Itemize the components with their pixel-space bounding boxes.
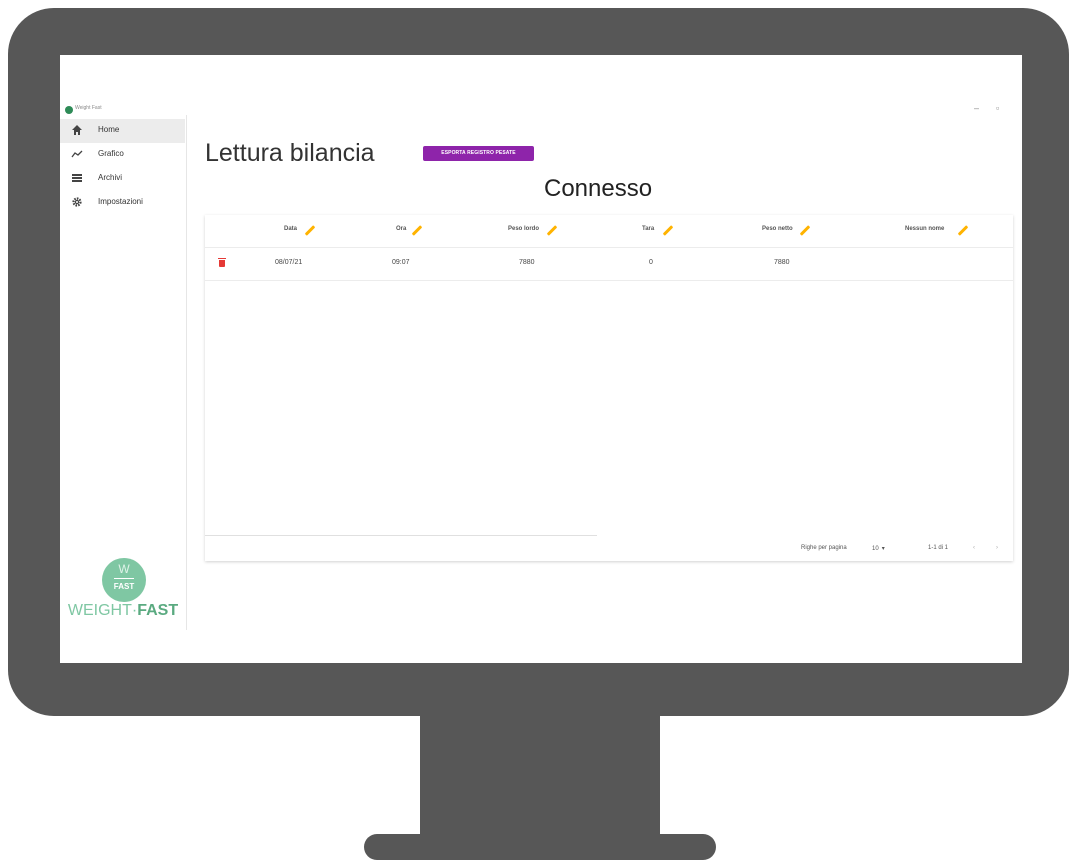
sidebar: Home Grafico Archivi Impostazioni <box>60 115 187 630</box>
app-window: Weight Fast – ▫ Home Grafico Archivi Imp… <box>60 55 1022 663</box>
page-title: Lettura bilancia <box>205 139 375 167</box>
rows-per-page-select[interactable]: 10 ▾ <box>872 545 885 552</box>
app-logo-icon <box>65 106 73 114</box>
list-icon <box>70 172 84 186</box>
table-row: 08/07/21 09:07 7880 0 7880 <box>205 248 1013 281</box>
sidebar-item-impostazioni[interactable]: Impostazioni <box>60 191 185 215</box>
cell-tara: 0 <box>649 259 653 266</box>
export-log-button[interactable]: ESPORTA REGISTRO PESATE <box>423 146 534 161</box>
previous-page-icon[interactable]: ‹ <box>973 545 975 551</box>
rows-per-page-label: Righe per pagina <box>801 545 847 551</box>
cell-ora: 09:07 <box>392 259 410 266</box>
column-header-peso-netto[interactable]: Peso netto <box>762 226 793 232</box>
edit-pencil-icon[interactable] <box>546 225 558 236</box>
monitor-foot <box>364 834 716 860</box>
next-page-icon[interactable]: › <box>996 545 998 551</box>
column-header-peso-lordo[interactable]: Peso lordo <box>508 226 539 232</box>
brand-wordmark: WEIGHT·FAST <box>60 602 186 620</box>
edit-pencil-icon[interactable] <box>304 225 316 236</box>
table-footer-divider <box>205 535 597 536</box>
minimize-button[interactable]: – <box>974 103 979 113</box>
edit-pencil-icon[interactable] <box>799 225 811 236</box>
weighings-table: Data Ora Peso lordo Tara Peso netto Ness… <box>205 215 1013 561</box>
chart-line-icon <box>70 148 84 162</box>
gear-icon <box>70 196 84 210</box>
sidebar-item-label: Home <box>98 125 120 134</box>
brand-logo-divider <box>114 578 134 579</box>
brand-wordmark-light: WEIGHT· <box>67 602 138 619</box>
sidebar-item-grafico[interactable]: Grafico <box>60 143 185 167</box>
column-header-data[interactable]: Data <box>284 226 297 232</box>
brand-logo-w: W <box>118 562 130 576</box>
monitor-neck <box>420 714 660 838</box>
column-header-nessun-nome[interactable]: Nessun nome <box>905 226 944 232</box>
cell-data: 08/07/21 <box>275 259 303 266</box>
sidebar-item-label: Archivi <box>98 173 123 182</box>
sidebar-item-label: Grafico <box>98 149 124 158</box>
window-title: Weight Fast <box>75 105 102 111</box>
sidebar-item-label: Impostazioni <box>98 197 143 206</box>
sidebar-item-home[interactable]: Home <box>60 119 185 143</box>
delete-trash-icon[interactable] <box>218 258 226 267</box>
sidebar-item-archivi[interactable]: Archivi <box>60 167 185 191</box>
edit-pencil-icon[interactable] <box>411 225 423 236</box>
column-header-ora[interactable]: Ora <box>396 226 406 232</box>
rows-per-page-value: 10 <box>872 546 879 552</box>
restore-button[interactable]: ▫ <box>996 103 999 113</box>
cell-peso-netto: 7880 <box>774 259 790 266</box>
brand-logo-fast: FAST <box>113 582 135 591</box>
table-header: Data Ora Peso lordo Tara Peso netto Ness… <box>205 215 1013 248</box>
home-icon <box>70 124 84 138</box>
title-bar: Weight Fast – ▫ <box>60 55 1022 115</box>
cell-peso-lordo: 7880 <box>519 259 535 266</box>
edit-pencil-icon[interactable] <box>662 225 674 236</box>
brand-wordmark-bold: FAST <box>137 602 179 619</box>
brand-logo: W FAST <box>102 558 146 602</box>
column-header-tara[interactable]: Tara <box>642 226 654 232</box>
dropdown-arrow-icon: ▾ <box>881 546 885 552</box>
edit-pencil-icon[interactable] <box>957 225 969 236</box>
connection-status: Connesso <box>544 175 653 202</box>
pagination-range: 1-1 di 1 <box>928 545 949 551</box>
